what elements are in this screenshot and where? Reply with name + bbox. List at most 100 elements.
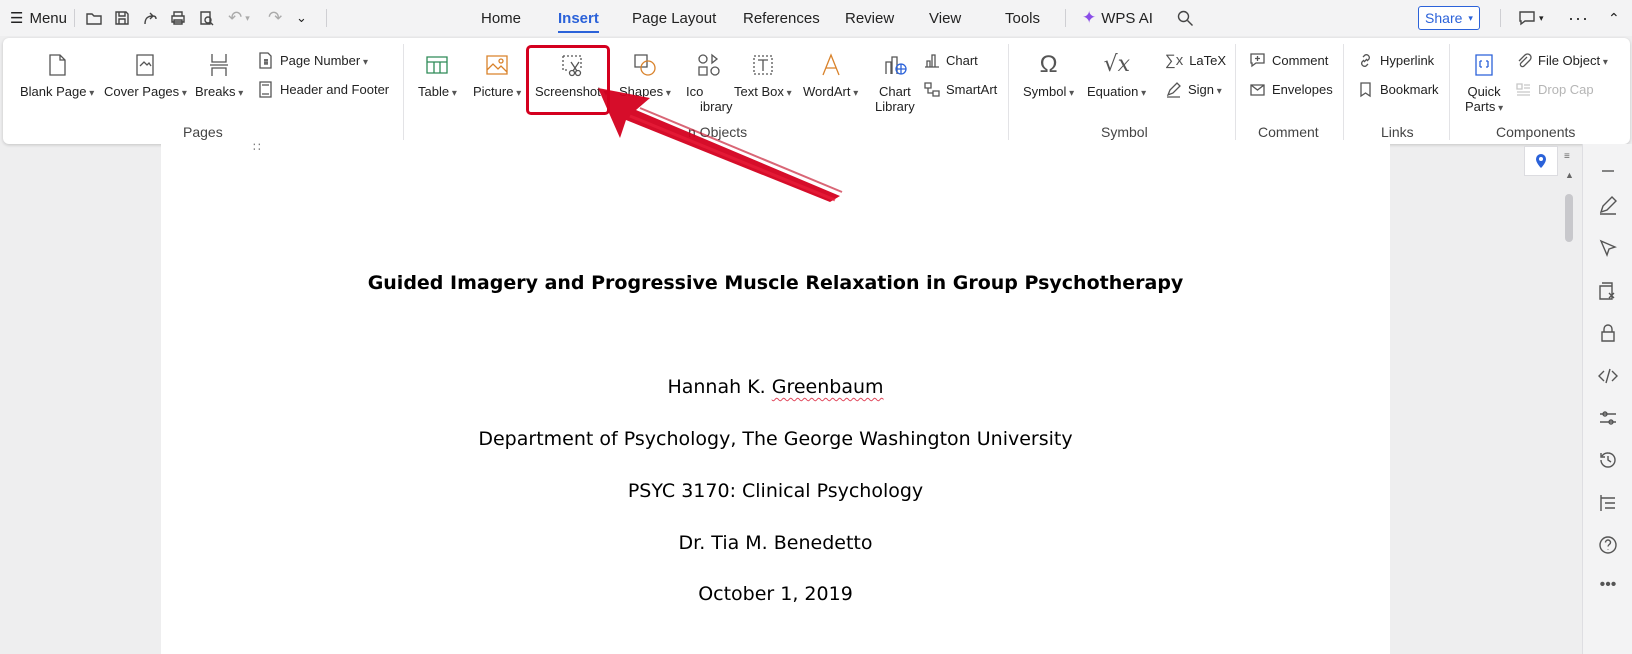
- icons-library-icon: [696, 52, 722, 78]
- bookmark-button[interactable]: Bookmark: [1357, 81, 1439, 98]
- tab-view[interactable]: View: [929, 0, 961, 36]
- drop-cap-icon: [1516, 83, 1530, 96]
- split-view-icon[interactable]: ≡: [1564, 151, 1570, 162]
- comment-button[interactable]: Comment: [1249, 52, 1328, 69]
- compare-button[interactable]: [1597, 280, 1619, 302]
- tab-references[interactable]: References: [743, 0, 820, 36]
- smartart-button[interactable]: SmartArt: [923, 81, 997, 98]
- export-icon: [144, 12, 157, 25]
- chevron-down-icon: ⌄: [296, 10, 307, 25]
- pen-icon: [1599, 196, 1617, 215]
- more-options-button[interactable]: ···: [1568, 0, 1589, 36]
- group-label-comment: Comment: [1258, 124, 1319, 140]
- document-page[interactable]: ∷ Guided Imagery and Progressive Muscle …: [161, 140, 1390, 654]
- lock-icon: [1601, 324, 1615, 342]
- tab-page-layout[interactable]: Page Layout: [632, 0, 716, 36]
- document-title: Guided Imagery and Progressive Muscle Re…: [367, 272, 1184, 294]
- blank-page-icon: [44, 52, 70, 78]
- tab-insert[interactable]: Insert: [558, 0, 599, 36]
- collapse-rail-button[interactable]: [1597, 160, 1619, 182]
- comment-icon: [1519, 11, 1535, 26]
- help-button[interactable]: [1597, 534, 1619, 556]
- pen-sign-icon: [1166, 82, 1181, 98]
- collapse-ribbon-button[interactable]: ⌃: [1608, 0, 1620, 36]
- print-button[interactable]: [169, 0, 187, 36]
- text-box-icon: [750, 52, 776, 78]
- group-label-pages: Pages: [183, 124, 223, 140]
- sigma-icon: ∑x: [1165, 52, 1184, 69]
- vertical-scrollbar-thumb[interactable]: [1565, 194, 1573, 242]
- developer-button[interactable]: [1597, 365, 1619, 387]
- header-footer-button[interactable]: Header and Footer: [257, 81, 389, 98]
- rail-more-button[interactable]: •••: [1597, 576, 1619, 598]
- cover-pages-button[interactable]: Cover Pages: [104, 52, 187, 99]
- comments-panel-button[interactable]: ▾: [1518, 0, 1544, 36]
- sign-button[interactable]: Sign: [1165, 81, 1222, 98]
- quick-parts-icon: [1471, 52, 1497, 78]
- smartart-icon: [924, 82, 940, 97]
- tab-review[interactable]: Review: [845, 0, 894, 36]
- print-preview-icon: [200, 11, 214, 26]
- adjust-settings-button[interactable]: [1597, 407, 1619, 429]
- navigation-pin-button[interactable]: [1524, 146, 1558, 176]
- share-button[interactable]: Share ▾: [1418, 6, 1480, 30]
- link-icon: [1361, 54, 1370, 67]
- author-name: Hannah K. Greenbaum: [667, 376, 884, 398]
- square-root-icon: √x: [1103, 52, 1130, 77]
- quick-parts-button[interactable]: Quick Parts: [1465, 52, 1503, 117]
- tab-home[interactable]: Home: [481, 0, 521, 36]
- equation-button[interactable]: √x Equation: [1087, 52, 1146, 99]
- group-label-links: Links: [1381, 124, 1414, 140]
- copy-compare-icon: [1599, 282, 1615, 300]
- quick-access-more-button[interactable]: ⌄: [296, 0, 307, 36]
- print-preview-button[interactable]: [197, 0, 215, 36]
- outline-tree-icon: [1600, 495, 1615, 511]
- search-button[interactable]: [1176, 0, 1194, 36]
- export-pdf-button[interactable]: [141, 0, 159, 36]
- save-button[interactable]: [113, 0, 131, 36]
- paperclip-icon: [1518, 53, 1532, 68]
- drop-cap-button[interactable]: Drop Cap: [1515, 81, 1594, 98]
- chart-button[interactable]: Chart: [923, 52, 978, 69]
- breaks-button[interactable]: Breaks: [195, 52, 243, 99]
- select-tool-button[interactable]: [1597, 237, 1619, 259]
- add-comment-icon: [1250, 53, 1265, 68]
- open-button[interactable]: [85, 0, 103, 36]
- header-footer-icon: [259, 81, 272, 98]
- protect-button[interactable]: [1597, 322, 1619, 344]
- menu-button[interactable]: ☰ Menu: [10, 0, 67, 36]
- envelope-icon: [1250, 84, 1265, 96]
- redo-button[interactable]: ↷: [268, 0, 282, 36]
- blank-page-button[interactable]: Blank Page: [20, 52, 94, 99]
- bookmark-icon: [1360, 82, 1371, 98]
- envelopes-button[interactable]: Envelopes: [1249, 81, 1333, 98]
- redo-icon: ↷: [268, 8, 283, 27]
- picture-button[interactable]: Picture: [473, 52, 521, 99]
- code-icon: [1598, 368, 1618, 384]
- page-number-button[interactable]: Page Number: [257, 52, 368, 69]
- chart-library-button[interactable]: Chart Library: [875, 52, 915, 115]
- outline-button[interactable]: [1597, 492, 1619, 514]
- instructor-line: Dr. Tia M. Benedetto: [678, 532, 873, 554]
- save-icon: [115, 11, 129, 25]
- location-pin-icon: [1536, 154, 1546, 168]
- tab-tools[interactable]: Tools: [1005, 0, 1040, 36]
- search-icon: [1177, 10, 1193, 26]
- top-menu-bar: ☰ Menu ↶ ▾ ↷ ⌄ Home Insert Page Layout Re…: [0, 0, 1632, 36]
- file-object-button[interactable]: File Object: [1515, 52, 1608, 69]
- table-button[interactable]: Table: [418, 52, 457, 99]
- undo-button[interactable]: ↶ ▾: [228, 0, 250, 36]
- latex-button[interactable]: ∑x LaTeX: [1165, 52, 1226, 69]
- history-button[interactable]: [1597, 449, 1619, 471]
- minus-icon: [1602, 170, 1614, 172]
- edit-tool-button[interactable]: [1597, 194, 1619, 216]
- drag-handle-icon[interactable]: ∷: [253, 140, 261, 154]
- scroll-up-arrow-icon[interactable]: ▲: [1565, 170, 1574, 180]
- tab-wps-ai[interactable]: ✦ WPS AI: [1082, 0, 1153, 36]
- hyperlink-button[interactable]: Hyperlink: [1357, 52, 1434, 69]
- hamburger-icon: ☰: [10, 10, 24, 27]
- printer-icon: [171, 11, 185, 25]
- sparkle-icon: ✦: [1082, 8, 1097, 27]
- more-dots-icon: •••: [1599, 576, 1617, 593]
- symbol-button[interactable]: Ω Symbol: [1023, 52, 1074, 100]
